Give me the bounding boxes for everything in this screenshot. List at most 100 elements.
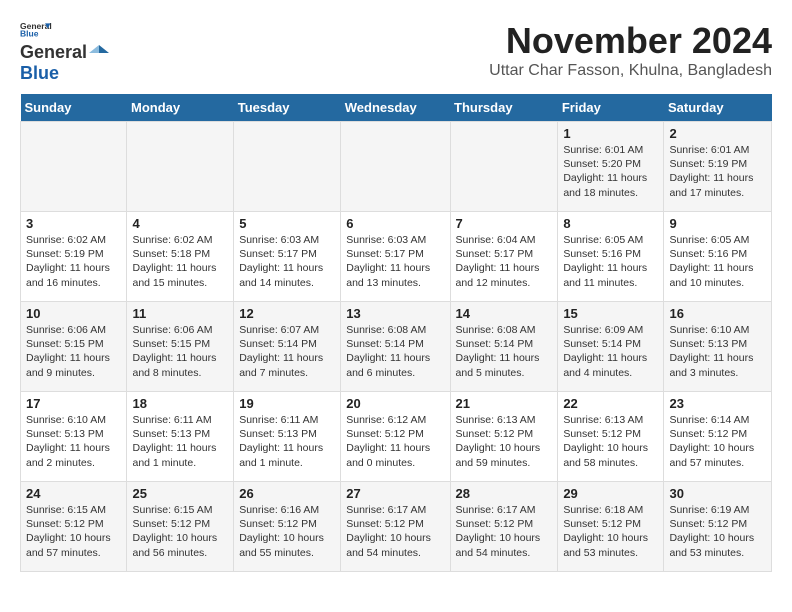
calendar-cell: 8 Sunrise: 6:05 AM Sunset: 5:16 PM Daylig… bbox=[558, 212, 664, 302]
day-number: 10 bbox=[26, 306, 121, 321]
day-number: 7 bbox=[456, 216, 553, 231]
calendar-cell: 14 Sunrise: 6:08 AM Sunset: 5:14 PM Dayli… bbox=[450, 302, 558, 392]
calendar-cell: 21 Sunrise: 6:13 AM Sunset: 5:12 PM Dayli… bbox=[450, 392, 558, 482]
calendar-cell: 11 Sunrise: 6:06 AM Sunset: 5:15 PM Dayli… bbox=[127, 302, 234, 392]
day-number: 1 bbox=[563, 126, 658, 141]
title-area: November 2024 Uttar Char Fasson, Khulna,… bbox=[489, 20, 772, 80]
day-info: Sunrise: 6:12 AM Sunset: 5:12 PM Dayligh… bbox=[346, 413, 444, 470]
logo-icon: General Blue bbox=[20, 20, 52, 40]
weekday-header-monday: Monday bbox=[127, 94, 234, 122]
day-info: Sunrise: 6:13 AM Sunset: 5:12 PM Dayligh… bbox=[456, 413, 553, 470]
day-number: 4 bbox=[132, 216, 228, 231]
calendar-cell: 2 Sunrise: 6:01 AM Sunset: 5:19 PM Daylig… bbox=[664, 122, 772, 212]
calendar-cell: 9 Sunrise: 6:05 AM Sunset: 5:16 PM Daylig… bbox=[664, 212, 772, 302]
day-info: Sunrise: 6:08 AM Sunset: 5:14 PM Dayligh… bbox=[456, 323, 553, 380]
day-info: Sunrise: 6:02 AM Sunset: 5:19 PM Dayligh… bbox=[26, 233, 121, 290]
day-info: Sunrise: 6:04 AM Sunset: 5:17 PM Dayligh… bbox=[456, 233, 553, 290]
day-info: Sunrise: 6:17 AM Sunset: 5:12 PM Dayligh… bbox=[456, 503, 553, 560]
calendar-cell bbox=[21, 122, 127, 212]
calendar-cell: 25 Sunrise: 6:15 AM Sunset: 5:12 PM Dayli… bbox=[127, 482, 234, 572]
calendar-cell: 27Sunrise: 6:17 AM Sunset: 5:12 PM Dayli… bbox=[341, 482, 450, 572]
calendar-cell: 4 Sunrise: 6:02 AM Sunset: 5:18 PM Daylig… bbox=[127, 212, 234, 302]
day-info: Sunrise: 6:14 AM Sunset: 5:12 PM Dayligh… bbox=[669, 413, 766, 470]
day-number: 5 bbox=[239, 216, 335, 231]
weekday-header-friday: Friday bbox=[558, 94, 664, 122]
day-info: Sunrise: 6:11 AM Sunset: 5:13 PM Dayligh… bbox=[132, 413, 228, 470]
calendar-cell: 19Sunrise: 6:11 AM Sunset: 5:13 PM Dayli… bbox=[234, 392, 341, 482]
weekday-header-thursday: Thursday bbox=[450, 94, 558, 122]
day-info: Sunrise: 6:11 AM Sunset: 5:13 PM Dayligh… bbox=[239, 413, 335, 470]
calendar-cell bbox=[234, 122, 341, 212]
day-number: 26 bbox=[239, 486, 335, 501]
calendar-cell: 12Sunrise: 6:07 AM Sunset: 5:14 PM Dayli… bbox=[234, 302, 341, 392]
calendar-cell bbox=[127, 122, 234, 212]
day-number: 29 bbox=[563, 486, 658, 501]
logo: General Blue General Blue bbox=[20, 20, 111, 84]
day-info: Sunrise: 6:08 AM Sunset: 5:14 PM Dayligh… bbox=[346, 323, 444, 380]
month-title: November 2024 bbox=[489, 20, 772, 62]
calendar-header: SundayMondayTuesdayWednesdayThursdayFrid… bbox=[21, 94, 772, 122]
day-info: Sunrise: 6:06 AM Sunset: 5:15 PM Dayligh… bbox=[132, 323, 228, 380]
calendar-cell: 5 Sunrise: 6:03 AM Sunset: 5:17 PM Daylig… bbox=[234, 212, 341, 302]
day-info: Sunrise: 6:17 AM Sunset: 5:12 PM Dayligh… bbox=[346, 503, 444, 560]
logo-general-text: General bbox=[20, 42, 87, 63]
day-number: 21 bbox=[456, 396, 553, 411]
day-info: Sunrise: 6:19 AM Sunset: 5:12 PM Dayligh… bbox=[669, 503, 766, 560]
day-number: 9 bbox=[669, 216, 766, 231]
weekday-header-tuesday: Tuesday bbox=[234, 94, 341, 122]
calendar-cell bbox=[341, 122, 450, 212]
calendar-cell: 15Sunrise: 6:09 AM Sunset: 5:14 PM Dayli… bbox=[558, 302, 664, 392]
day-info: Sunrise: 6:02 AM Sunset: 5:18 PM Dayligh… bbox=[132, 233, 228, 290]
day-number: 6 bbox=[346, 216, 444, 231]
calendar-cell: 20Sunrise: 6:12 AM Sunset: 5:12 PM Dayli… bbox=[341, 392, 450, 482]
day-info: Sunrise: 6:07 AM Sunset: 5:14 PM Dayligh… bbox=[239, 323, 335, 380]
day-info: Sunrise: 6:16 AM Sunset: 5:12 PM Dayligh… bbox=[239, 503, 335, 560]
calendar-cell: 18Sunrise: 6:11 AM Sunset: 5:13 PM Dayli… bbox=[127, 392, 234, 482]
day-number: 13 bbox=[346, 306, 444, 321]
day-number: 8 bbox=[563, 216, 658, 231]
day-number: 3 bbox=[26, 216, 121, 231]
calendar-cell: 3 Sunrise: 6:02 AM Sunset: 5:19 PM Daylig… bbox=[21, 212, 127, 302]
day-number: 11 bbox=[132, 306, 228, 321]
weekday-header-sunday: Sunday bbox=[21, 94, 127, 122]
day-info: Sunrise: 6:18 AM Sunset: 5:12 PM Dayligh… bbox=[563, 503, 658, 560]
svg-text:Blue: Blue bbox=[20, 29, 39, 39]
location-text: Uttar Char Fasson, Khulna, Bangladesh bbox=[489, 62, 772, 80]
day-number: 25 bbox=[132, 486, 228, 501]
calendar-cell: 7 Sunrise: 6:04 AM Sunset: 5:17 PM Daylig… bbox=[450, 212, 558, 302]
calendar-week-5: 24 Sunrise: 6:15 AM Sunset: 5:12 PM Dayli… bbox=[21, 482, 772, 572]
day-info: Sunrise: 6:03 AM Sunset: 5:17 PM Dayligh… bbox=[239, 233, 335, 290]
weekday-header-wednesday: Wednesday bbox=[341, 94, 450, 122]
day-info: Sunrise: 6:10 AM Sunset: 5:13 PM Dayligh… bbox=[26, 413, 121, 470]
day-info: Sunrise: 6:01 AM Sunset: 5:20 PM Dayligh… bbox=[563, 143, 658, 200]
calendar-cell: 24 Sunrise: 6:15 AM Sunset: 5:12 PM Dayli… bbox=[21, 482, 127, 572]
day-info: Sunrise: 6:06 AM Sunset: 5:15 PM Dayligh… bbox=[26, 323, 121, 380]
calendar-cell: 13 Sunrise: 6:08 AM Sunset: 5:14 PM Dayli… bbox=[341, 302, 450, 392]
calendar-cell: 28Sunrise: 6:17 AM Sunset: 5:12 PM Dayli… bbox=[450, 482, 558, 572]
calendar-cell: 29 Sunrise: 6:18 AM Sunset: 5:12 PM Dayli… bbox=[558, 482, 664, 572]
day-info: Sunrise: 6:05 AM Sunset: 5:16 PM Dayligh… bbox=[669, 233, 766, 290]
day-number: 22 bbox=[563, 396, 658, 411]
day-info: Sunrise: 6:15 AM Sunset: 5:12 PM Dayligh… bbox=[26, 503, 121, 560]
calendar-cell: 10 Sunrise: 6:06 AM Sunset: 5:15 PM Dayli… bbox=[21, 302, 127, 392]
day-info: Sunrise: 6:05 AM Sunset: 5:16 PM Dayligh… bbox=[563, 233, 658, 290]
calendar-cell: 30Sunrise: 6:19 AM Sunset: 5:12 PM Dayli… bbox=[664, 482, 772, 572]
day-number: 23 bbox=[669, 396, 766, 411]
calendar-cell: 22 Sunrise: 6:13 AM Sunset: 5:12 PM Dayli… bbox=[558, 392, 664, 482]
calendar-cell: 1 Sunrise: 6:01 AM Sunset: 5:20 PM Daylig… bbox=[558, 122, 664, 212]
calendar-cell: 26 Sunrise: 6:16 AM Sunset: 5:12 PM Dayli… bbox=[234, 482, 341, 572]
weekday-header-saturday: Saturday bbox=[664, 94, 772, 122]
day-info: Sunrise: 6:10 AM Sunset: 5:13 PM Dayligh… bbox=[669, 323, 766, 380]
day-number: 16 bbox=[669, 306, 766, 321]
day-number: 24 bbox=[26, 486, 121, 501]
day-number: 2 bbox=[669, 126, 766, 141]
calendar-cell: 17 Sunrise: 6:10 AM Sunset: 5:13 PM Dayli… bbox=[21, 392, 127, 482]
day-info: Sunrise: 6:13 AM Sunset: 5:12 PM Dayligh… bbox=[563, 413, 658, 470]
calendar-week-3: 10 Sunrise: 6:06 AM Sunset: 5:15 PM Dayli… bbox=[21, 302, 772, 392]
calendar-table: SundayMondayTuesdayWednesdayThursdayFrid… bbox=[20, 94, 772, 572]
day-info: Sunrise: 6:01 AM Sunset: 5:19 PM Dayligh… bbox=[669, 143, 766, 200]
day-number: 17 bbox=[26, 396, 121, 411]
day-info: Sunrise: 6:15 AM Sunset: 5:12 PM Dayligh… bbox=[132, 503, 228, 560]
day-info: Sunrise: 6:03 AM Sunset: 5:17 PM Dayligh… bbox=[346, 233, 444, 290]
day-number: 14 bbox=[456, 306, 553, 321]
